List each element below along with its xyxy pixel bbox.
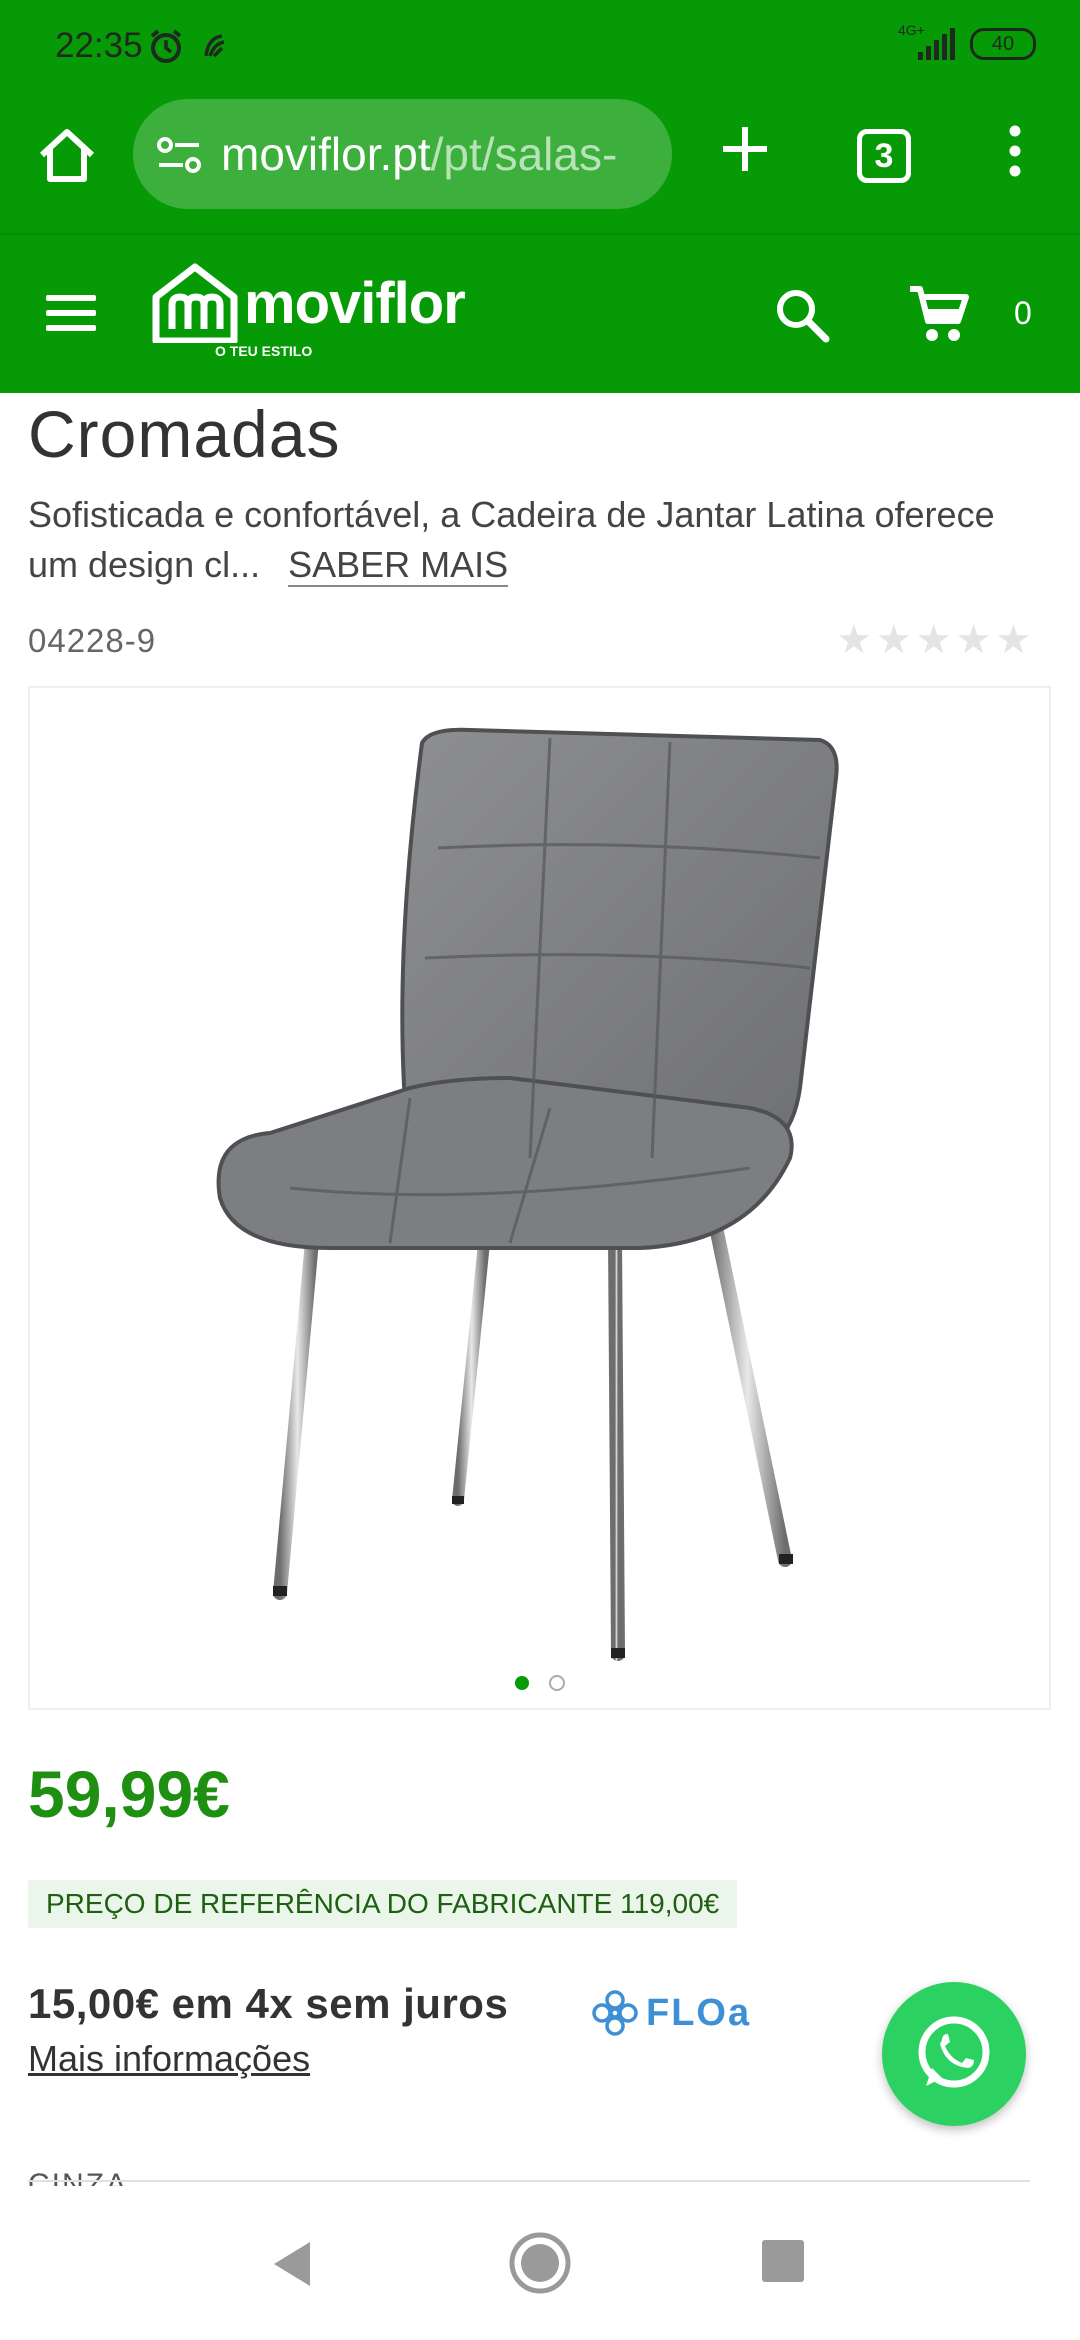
url-path: /pt/salas-	[430, 128, 618, 180]
reference-price-badge: PREÇO DE REFERÊNCIA DO FABRICANTE 119,00…	[28, 1880, 738, 1928]
star-icon: ★	[836, 618, 872, 662]
url-bar[interactable]: moviflor.pt/pt/salas-	[133, 99, 672, 209]
site-logo[interactable]: moviflor	[152, 263, 466, 345]
more-info-link[interactable]: Mais informações	[28, 2038, 310, 2080]
carousel-indicator	[0, 1674, 1080, 1692]
signal-icon: 4G+	[894, 22, 956, 62]
description-text: Sofisticada e confortável, a Cadeira de …	[28, 494, 995, 585]
new-tab-button[interactable]	[715, 119, 775, 179]
status-time: 22:35	[55, 26, 143, 65]
rating-stars[interactable]: ★ ★ ★ ★ ★	[836, 620, 1031, 660]
star-icon: ★	[875, 618, 912, 662]
home-nav-button[interactable]	[507, 2230, 573, 2301]
back-triangle-icon	[274, 2242, 310, 2286]
product-image-chair[interactable]	[30, 688, 1049, 1708]
home-circle-icon	[509, 2232, 571, 2294]
carousel-dot-active[interactable]	[515, 1675, 529, 1690]
back-button[interactable]	[270, 2240, 314, 2293]
plus-icon	[723, 127, 767, 171]
whatsapp-button[interactable]	[882, 1982, 1026, 2126]
logo-house-icon	[152, 263, 238, 345]
more-menu-button[interactable]	[1000, 121, 1030, 181]
cart-button[interactable]	[908, 283, 970, 345]
site-settings-icon[interactable]	[155, 135, 203, 180]
nfc-icon	[200, 30, 232, 67]
tab-switcher-button[interactable]: 3	[857, 129, 911, 183]
installments-text: 15,00€ em 4x sem juros	[28, 1980, 509, 2027]
alarm-icon	[146, 26, 186, 71]
site-header: moviflor O TEU ESTILO 0	[0, 233, 1080, 393]
hamburger-menu-icon[interactable]	[46, 295, 96, 335]
browser-toolbar: moviflor.pt/pt/salas- 3	[0, 95, 1080, 233]
star-icon: ★	[915, 618, 952, 662]
status-bar: 22:35 4G+ 40	[0, 0, 1080, 95]
floa-wordmark: FLOa	[646, 1991, 752, 2034]
search-icon	[777, 290, 830, 343]
star-icon: ★	[955, 618, 992, 662]
star-icon: ★	[995, 618, 1032, 662]
product-title: Cromadas	[28, 397, 341, 471]
kebab-menu-icon	[1009, 125, 1021, 177]
home-button[interactable]	[32, 121, 102, 191]
product-price: 59,99€	[28, 1757, 230, 1831]
logo-text: moviflor	[244, 270, 466, 336]
url-host: moviflor.pt	[221, 128, 431, 180]
status-right-group: 4G+ 40	[894, 22, 1036, 62]
system-navigation-bar	[0, 2186, 1080, 2340]
home-icon	[39, 129, 95, 182]
url-text[interactable]: moviflor.pt/pt/salas-	[221, 127, 617, 181]
logo-tagline: O TEU ESTILO	[215, 343, 313, 359]
recent-apps-button[interactable]	[762, 2240, 804, 2282]
search-button[interactable]	[772, 285, 832, 345]
cart-icon	[910, 286, 969, 341]
cart-count-badge: 0	[1014, 295, 1032, 331]
product-sku: 04228-9	[28, 622, 157, 659]
battery-icon: 40	[970, 28, 1036, 60]
carousel-dot[interactable]	[549, 1674, 565, 1691]
floa-logo: FLOa	[590, 1988, 751, 2038]
divider	[28, 2180, 1030, 2182]
whatsapp-icon	[918, 2016, 990, 2088]
floa-flower-icon	[592, 1990, 638, 2036]
product-description: Sofisticada e confortável, a Cadeira de …	[28, 490, 1048, 590]
read-more-link[interactable]: SABER MAIS	[288, 544, 509, 587]
color-option-label: CINZA	[28, 2168, 128, 2186]
product-image-carousel[interactable]	[28, 686, 1051, 1710]
